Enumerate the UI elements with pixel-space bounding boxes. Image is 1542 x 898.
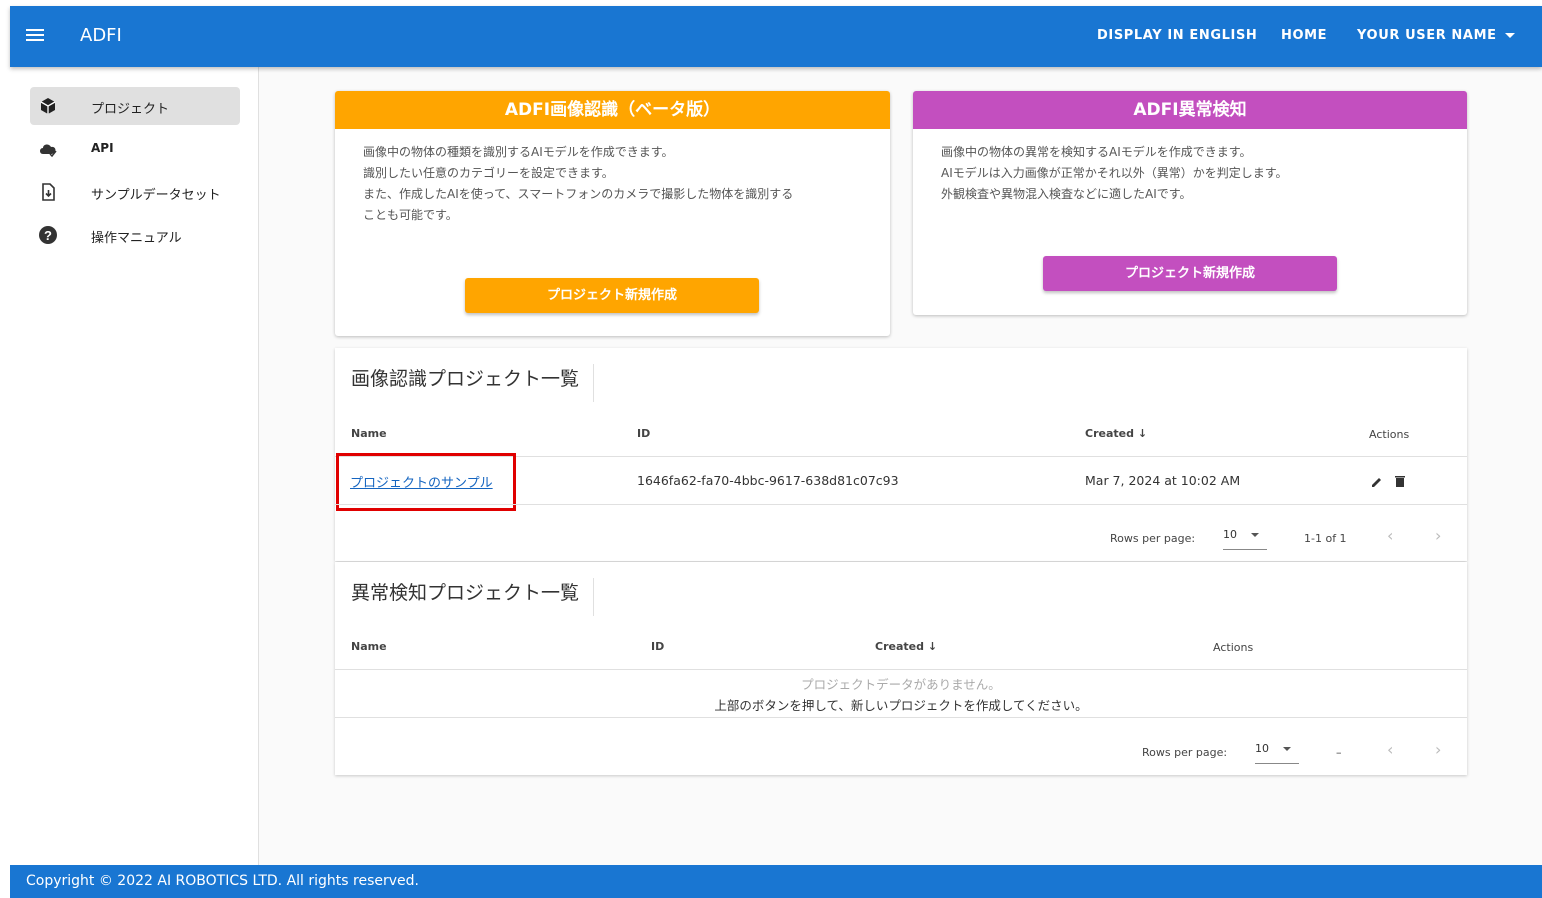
- sidebar-item-sample-dataset[interactable]: サンプルデータセット: [30, 173, 240, 211]
- anomaly-create-project-button[interactable]: プロジェクト新規作成: [1043, 256, 1337, 291]
- rows-per-page-select[interactable]: 10: [1255, 742, 1299, 764]
- chevron-right-icon[interactable]: ›: [1435, 526, 1441, 545]
- sidebar-item-api[interactable]: API: [30, 130, 240, 168]
- display-english-button[interactable]: DISPLAY IN ENGLISH: [1097, 28, 1257, 43]
- divider: [335, 717, 1467, 718]
- created-header-label: Created: [875, 640, 924, 653]
- chevron-down-icon: [1283, 747, 1291, 751]
- sidebar-item-project[interactable]: プロジェクト: [30, 87, 240, 125]
- rows-per-page-label: Rows per page:: [1110, 532, 1196, 545]
- svg-text:?: ?: [44, 228, 52, 243]
- file-download-icon: [42, 183, 55, 201]
- sidebar-item-label: 操作マニュアル: [91, 231, 182, 246]
- anomaly-card: ADFI異常検知 画像中の物体の異常を検知するAIモデルを作成できます。 AIモ…: [913, 91, 1467, 315]
- sidebar: プロジェクト API サンプルデータセット ? 操作マニュアル: [10, 67, 259, 865]
- sidebar-item-label: プロジェクト: [91, 102, 170, 117]
- chevron-down-icon: [1504, 33, 1515, 38]
- chevron-left-icon[interactable]: ‹: [1387, 740, 1393, 759]
- recognition-card-title: ADFI画像認識（ベータ版）: [335, 91, 890, 129]
- pagination-range: 1-1 of 1: [1304, 532, 1347, 545]
- arrow-down-icon: ↓: [1137, 427, 1148, 440]
- app-frame: ADFI DISPLAY IN ENGLISH HOME YOUR USER N…: [10, 6, 1542, 898]
- recognition-card-description: 画像中の物体の種類を識別するAIモデルを作成できます。 識別したい任意のカテゴリ…: [363, 145, 794, 222]
- recognition-card: ADFI画像認識（ベータ版） 画像中の物体の種類を識別するAIモデルを作成できま…: [335, 91, 890, 336]
- created-header-label: Created: [1085, 427, 1134, 440]
- anomaly-table-title: 異常検知プロジェクト一覧: [351, 578, 595, 616]
- cloud-check-icon: [40, 144, 57, 158]
- column-header-name[interactable]: Name: [351, 640, 387, 653]
- user-name-label: YOUR USER NAME: [1357, 28, 1497, 43]
- arrow-down-icon: ↓: [927, 640, 938, 653]
- home-button[interactable]: HOME: [1281, 28, 1327, 43]
- column-header-created[interactable]: Created ↓: [875, 640, 937, 653]
- recognition-create-project-button[interactable]: プロジェクト新規作成: [465, 278, 759, 313]
- chevron-right-icon[interactable]: ›: [1435, 740, 1441, 759]
- pagination-range: –: [1336, 746, 1342, 759]
- recognition-table-title: 画像認識プロジェクト一覧: [351, 364, 595, 402]
- help-circle-icon: ?: [39, 226, 57, 244]
- anomaly-card-description: 画像中の物体の異常を検知するAIモデルを作成できます。 AIモデルは入力画像が正…: [941, 145, 1288, 201]
- project-id-cell: 1646fa62-fa70-4bbc-9617-638d81c07c93: [637, 473, 899, 488]
- column-header-id[interactable]: ID: [637, 427, 650, 440]
- edit-pencil-icon[interactable]: [1370, 475, 1384, 489]
- column-header-actions: Actions: [1213, 641, 1254, 654]
- highlight-box: [336, 453, 516, 511]
- rows-per-page-value: 10: [1223, 528, 1237, 541]
- empty-instruction: 上部のボタンを押して、新しいプロジェクトを作成してください。: [714, 698, 1088, 713]
- divider: [335, 504, 1467, 505]
- delete-trash-icon[interactable]: [1393, 474, 1407, 488]
- sidebar-item-label: API: [91, 141, 114, 155]
- column-header-actions: Actions: [1369, 428, 1410, 441]
- app-bar: ADFI DISPLAY IN ENGLISH HOME YOUR USER N…: [10, 6, 1542, 67]
- chevron-left-icon[interactable]: ‹: [1387, 526, 1393, 545]
- app-title: ADFI: [80, 25, 122, 46]
- rows-per-page-select[interactable]: 10: [1223, 528, 1267, 550]
- column-header-created[interactable]: Created ↓: [1085, 427, 1147, 440]
- anomaly-project-table: 異常検知プロジェクト一覧 Name ID Created ↓ Actions プ…: [335, 562, 1467, 775]
- user-menu-button[interactable]: YOUR USER NAME: [1357, 28, 1515, 43]
- empty-message: プロジェクトデータがありません。: [801, 677, 1001, 692]
- project-created-cell: Mar 7, 2024 at 10:02 AM: [1085, 473, 1241, 488]
- copyright-text: Copyright © 2022 AI ROBOTICS LTD. All ri…: [26, 873, 419, 889]
- column-header-id[interactable]: ID: [651, 640, 664, 653]
- cube-icon: [40, 98, 56, 114]
- rows-per-page-value: 10: [1255, 742, 1269, 755]
- footer: Copyright © 2022 AI ROBOTICS LTD. All ri…: [10, 865, 1542, 898]
- sidebar-item-label: サンプルデータセット: [91, 188, 221, 203]
- anomaly-card-title: ADFI異常検知: [913, 91, 1467, 129]
- rows-per-page-label: Rows per page:: [1142, 746, 1228, 759]
- divider: [335, 669, 1467, 670]
- column-header-name[interactable]: Name: [351, 427, 387, 440]
- recognition-project-table: 画像認識プロジェクト一覧 Name ID Created ↓ Actions プ…: [335, 348, 1467, 561]
- chevron-down-icon: [1251, 533, 1259, 537]
- sidebar-item-manual[interactable]: ? 操作マニュアル: [30, 216, 240, 254]
- hamburger-menu-icon[interactable]: [26, 26, 50, 48]
